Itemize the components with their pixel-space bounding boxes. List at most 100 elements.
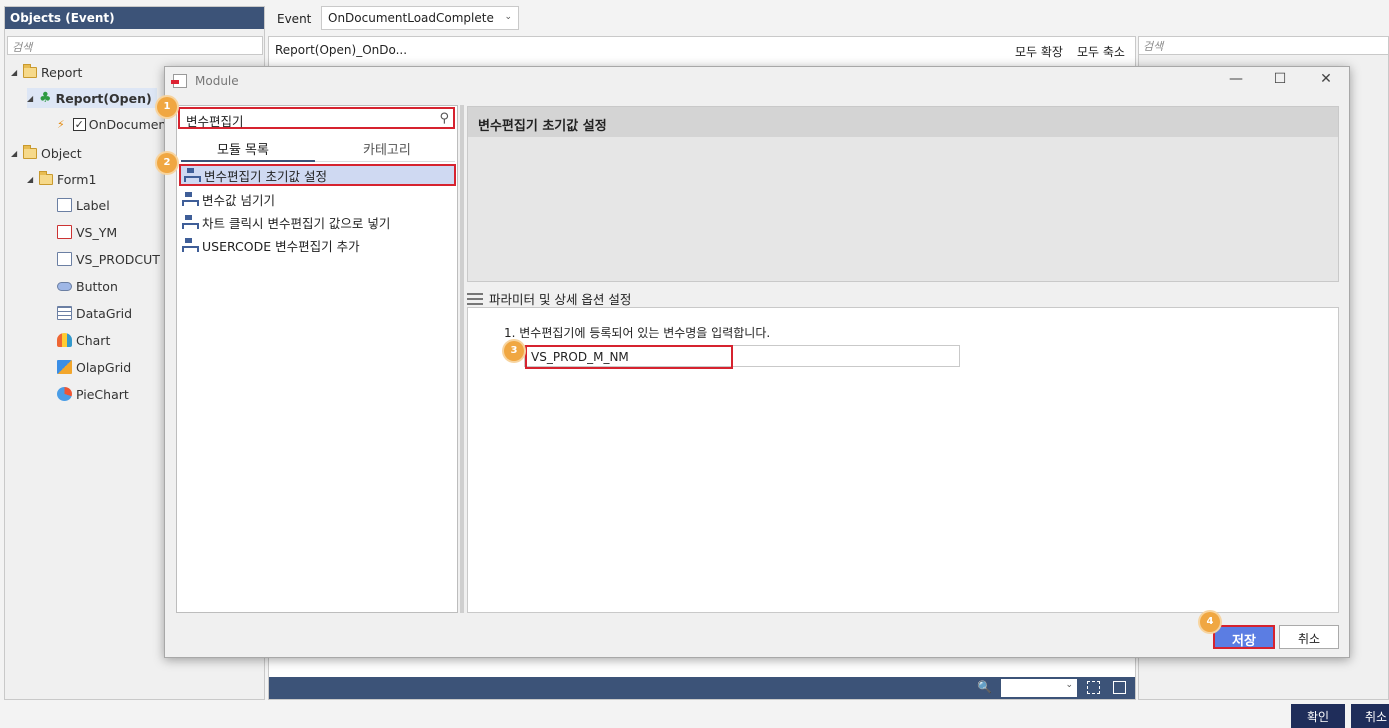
tree-label: PieChart <box>76 386 129 402</box>
tree-label: Chart <box>76 332 111 348</box>
tree-label: VS_YM <box>76 224 118 240</box>
lightning-icon: ⚡ <box>57 117 65 131</box>
tree-node-vs-ym[interactable]: VS_YM <box>57 222 117 242</box>
param-section-label: 파라미터 및 상세 옵션 설정 <box>489 292 632 307</box>
param-section-header: 파라미터 및 상세 옵션 설정 <box>467 289 631 308</box>
olap-cube-icon <box>57 360 72 374</box>
module-item-icon <box>182 238 199 252</box>
step-badge-2: 2 <box>157 153 177 173</box>
pie-chart-icon <box>57 387 72 401</box>
tree-label: Report <box>41 64 83 80</box>
tree-node-object[interactable]: ◢ Object <box>11 143 82 163</box>
tree-label: OnDocumen <box>88 116 167 132</box>
tree-label: Button <box>76 278 118 294</box>
tree-node-chart[interactable]: Chart <box>57 330 110 350</box>
objects-panel-title: Objects (Event) <box>5 7 264 29</box>
properties-search-input[interactable]: 검색 <box>1139 37 1388 55</box>
tree-node-vs-prodcut[interactable]: VS_PRODCUT <box>57 249 160 269</box>
expand-triangle-icon[interactable]: ◢ <box>11 68 23 77</box>
tree-node-form1[interactable]: ◢ Form1 <box>27 169 96 189</box>
close-icon[interactable]: ✕ <box>1315 71 1337 91</box>
tree-label: Object <box>41 145 82 161</box>
tree-node-report[interactable]: ◢ Report <box>11 62 82 82</box>
sliders-icon <box>467 292 483 305</box>
dialog-cancel-button[interactable]: 취소 <box>1279 625 1339 649</box>
module-item-label: 변수값 넘기기 <box>202 192 275 208</box>
dialog-title: Module <box>195 74 239 88</box>
module-detail-title: 변수편집기 초기값 설정 <box>468 107 1338 137</box>
event-checkbox[interactable]: ✓ <box>72 117 86 131</box>
module-item-icon <box>182 215 199 229</box>
chevron-down-icon: ⌄ <box>1065 680 1073 690</box>
module-item-icon <box>184 168 201 182</box>
module-search-value: 변수편집기 <box>186 114 244 129</box>
maximize-icon[interactable]: ☐ <box>1269 71 1291 91</box>
event-dropdown-value: OnDocumentLoadComplete <box>328 11 494 25</box>
grid-icon <box>57 306 72 320</box>
expand-all-button[interactable]: 모두 확장 <box>1015 43 1063 60</box>
fullscreen-icon[interactable] <box>1113 681 1126 694</box>
tree-label: VS_PRODCUT <box>76 251 160 267</box>
module-description-panel: 변수편집기 초기값 설정 <box>467 106 1339 282</box>
step-badge-1: 1 <box>157 97 177 117</box>
tree-label: DataGrid <box>76 305 133 321</box>
tree-label: OlapGrid <box>76 359 132 375</box>
objects-search-input[interactable]: 검색 <box>7 36 263 55</box>
folder-icon <box>23 63 37 78</box>
expand-triangle-icon[interactable]: ◢ <box>11 149 23 158</box>
collapse-all-button[interactable]: 모두 축소 <box>1077 43 1125 60</box>
report-tree-icon: ♣ <box>39 90 52 106</box>
zoom-icon[interactable]: 🔍 <box>977 680 992 694</box>
module-item-label: 차트 클릭시 변수편집기 값으로 넣기 <box>202 215 391 231</box>
chevron-down-icon: ⌄ <box>504 12 512 22</box>
tree-label: Label <box>76 197 110 213</box>
tab-category[interactable]: 카테고리 <box>363 139 411 158</box>
tree-node-olapgrid[interactable]: OlapGrid <box>57 357 131 377</box>
module-icon <box>171 74 187 88</box>
module-list-panel: 변수편집기 ⚲ 모듈 목록 카테고리 변수편집기 초기값 설정 변수값 넘기기 … <box>176 105 458 613</box>
tree-node-report-open[interactable]: ◢ ♣ Report(Open) <box>27 88 157 108</box>
module-item-icon <box>182 192 199 206</box>
folder-icon <box>23 144 37 159</box>
ok-button[interactable]: 확인 <box>1291 704 1345 728</box>
param-settings-panel: 1. 변수편집기에 등록되어 있는 변수명을 입력합니다. VS_PROD_M_… <box>467 307 1339 613</box>
tree-node-piechart[interactable]: PieChart <box>57 384 129 404</box>
step-badge-3: 3 <box>504 341 524 361</box>
variable-name-value: VS_PROD_M_NM <box>525 345 733 369</box>
minimize-icon[interactable]: — <box>1225 71 1247 91</box>
module-item[interactable]: 변수값 넘기기 <box>179 188 275 210</box>
panel-splitter[interactable] <box>460 105 464 613</box>
calendar-icon <box>57 225 72 239</box>
active-tab-indicator <box>181 160 315 162</box>
module-dialog: Module — ☐ ✕ 변수편집기 ⚲ 모듈 목록 카테고리 변수편집기 초기… <box>164 66 1350 658</box>
step-badge-4: 4 <box>1200 612 1220 632</box>
tree-label: Report(Open) <box>55 90 152 106</box>
module-item-label: USERCODE 변수편집기 추가 <box>202 238 360 254</box>
breadcrumb: Report(Open)_OnDo... <box>275 43 408 57</box>
tree-node-datagrid[interactable]: DataGrid <box>57 303 132 323</box>
event-label: Event <box>277 12 312 26</box>
tree-node-label[interactable]: Label <box>57 195 110 215</box>
tree-node-button[interactable]: Button <box>57 276 118 296</box>
event-dropdown[interactable]: OnDocumentLoadComplete ⌄ <box>321 6 519 30</box>
tab-divider <box>315 161 455 162</box>
variable-name-input[interactable]: VS_PROD_M_NM <box>524 345 960 369</box>
cancel-button[interactable]: 취소 <box>1351 704 1389 728</box>
save-button[interactable]: 저장 <box>1213 625 1275 649</box>
expand-triangle-icon[interactable]: ◢ <box>27 175 39 184</box>
module-item-selected[interactable]: 변수편집기 초기값 설정 <box>179 164 456 186</box>
list-selector-icon <box>57 252 72 266</box>
label-control-icon <box>57 198 72 212</box>
fit-screen-icon[interactable] <box>1087 681 1100 694</box>
search-icon[interactable]: ⚲ <box>439 111 449 126</box>
tree-node-on-document[interactable]: ⚡ ✓ OnDocumen <box>57 114 166 134</box>
zoom-select[interactable]: ⌄ <box>1001 679 1077 697</box>
tab-module-list[interactable]: 모듈 목록 <box>217 139 269 158</box>
expand-triangle-icon[interactable]: ◢ <box>27 94 39 103</box>
tree-label: Form1 <box>57 171 97 187</box>
module-item[interactable]: USERCODE 변수편집기 추가 <box>179 234 360 256</box>
param-label: 1. 변수편집기에 등록되어 있는 변수명을 입력합니다. <box>504 326 771 340</box>
module-item[interactable]: 차트 클릭시 변수편집기 값으로 넣기 <box>179 211 390 233</box>
module-item-label: 변수편집기 초기값 설정 <box>204 168 327 184</box>
module-search-input[interactable]: 변수편집기 ⚲ <box>178 107 455 129</box>
